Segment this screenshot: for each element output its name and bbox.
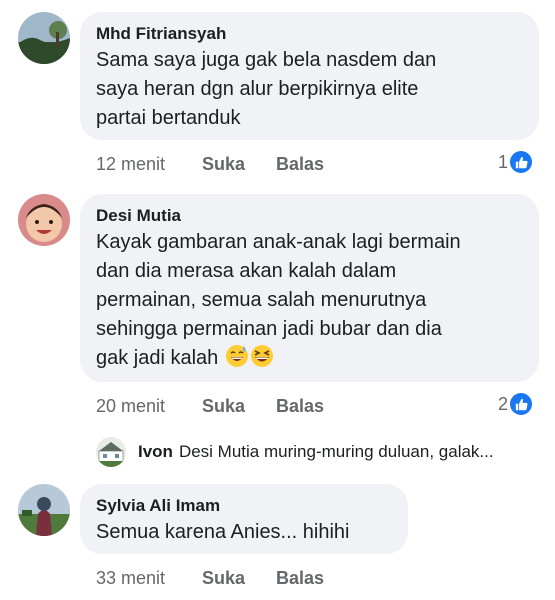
like-button[interactable]: Suka <box>202 567 245 589</box>
comment-text: Semua karena Anies... hihihi <box>96 521 350 543</box>
reply-button[interactable]: Balas <box>276 395 324 417</box>
like-button[interactable]: Suka <box>202 153 245 175</box>
avatar-sylvia-ali-imam[interactable] <box>18 484 70 536</box>
comment-author[interactable]: Mhd Fitriansyah <box>96 22 523 46</box>
comment-text: Kayak gambaran anak-anak lagi bermain da… <box>96 228 523 373</box>
comment-text: Sama saya juga gak bela nasdem dan saya … <box>96 49 437 129</box>
comment-bubble: Sylvia Ali Imam Semua karena Anies... hi… <box>80 484 408 554</box>
comment-timestamp[interactable]: 12 menit <box>96 153 165 175</box>
reaction-summary[interactable]: 2 <box>498 393 533 415</box>
reaction-summary[interactable]: 1 <box>498 151 533 173</box>
reply-author[interactable]: Ivon <box>138 442 173 462</box>
comment-thread: Mhd Fitriansyah Sama saya juga gak bela … <box>0 0 555 600</box>
comment-timestamp[interactable]: 33 menit <box>96 567 165 589</box>
thumbs-up-icon <box>510 393 533 415</box>
comment-author[interactable]: Sylvia Ali Imam <box>96 494 392 518</box>
thumbs-up-icon <box>510 151 533 173</box>
grinning-sweat-emoji <box>225 345 248 367</box>
comment-author[interactable]: Desi Mutia <box>96 204 523 228</box>
comment-text-body: Kayak gambaran anak-anak lagi bermain da… <box>96 231 461 369</box>
reply-text: Desi Mutia muring-muring duluan, galak..… <box>178 442 494 461</box>
comment-bubble: Mhd Fitriansyah Sama saya juga gak bela … <box>80 12 539 140</box>
reply-button[interactable]: Balas <box>276 567 324 589</box>
laughing-squint-emoji <box>250 345 273 367</box>
reaction-count: 1 <box>498 151 509 172</box>
comment-bubble: Desi Mutia Kayak gambaran anak-anak lagi… <box>80 194 539 382</box>
reaction-count: 2 <box>498 393 509 414</box>
reply-button[interactable]: Balas <box>276 153 324 175</box>
reply-preview[interactable]: Ivon Desi Mutia muring-muring duluan, ga… <box>96 437 494 467</box>
avatar-mhd-fitriansyah[interactable] <box>18 12 70 64</box>
like-button[interactable]: Suka <box>202 395 245 417</box>
avatar-desi-mutia[interactable] <box>18 194 70 246</box>
avatar-ivon[interactable] <box>96 437 126 467</box>
comment-timestamp[interactable]: 20 menit <box>96 395 165 417</box>
